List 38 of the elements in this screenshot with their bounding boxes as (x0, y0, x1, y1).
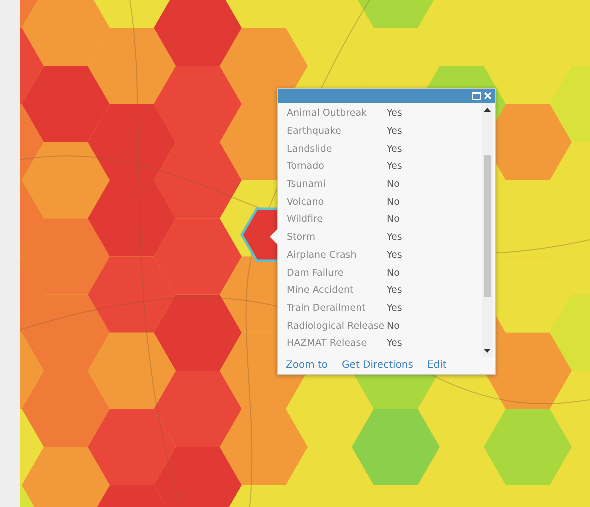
field-value: No (387, 196, 400, 208)
action-link[interactable]: Zoom to (286, 360, 328, 371)
field-name: Airplane Crash (287, 250, 358, 261)
field-name: Animal Outbreak (287, 108, 368, 120)
field-name: Mine Accident (287, 285, 355, 296)
scroll-up-icon[interactable] (484, 108, 491, 112)
field-value: Yes (387, 302, 402, 314)
field-value: No (387, 179, 400, 190)
field-name: Wildfire (287, 214, 324, 226)
action-link[interactable]: Edit (427, 360, 447, 371)
close-icon[interactable] (484, 92, 492, 100)
field-name: Landslide (287, 144, 334, 155)
field-name: Train Derailment (287, 302, 367, 314)
field-name: Tsunami (287, 179, 327, 190)
scrollbar[interactable] (482, 103, 493, 357)
field-name: Radiological Release (287, 320, 386, 332)
field-value: Yes (387, 232, 402, 244)
field-name: Storm (287, 232, 317, 244)
maximize-icon[interactable] (472, 92, 481, 100)
field-value: Yes (387, 338, 402, 350)
field-name: HAZMAT Release (287, 338, 368, 350)
field-value: No (387, 320, 400, 332)
field-name: Tornado (287, 161, 326, 172)
field-name: Volcano (287, 196, 326, 208)
field-value: Yes (387, 126, 402, 138)
hexagon-cell (550, 447, 590, 507)
scroll-down-icon[interactable] (484, 349, 491, 353)
scroll-thumb[interactable] (484, 155, 491, 297)
field-name: Earthquake (287, 126, 342, 138)
field-value: Yes (387, 285, 402, 296)
field-value: Yes (387, 144, 402, 155)
action-link[interactable]: Get Directions (342, 360, 414, 371)
field-value: No (387, 214, 400, 226)
field-value: Yes (387, 250, 402, 261)
field-value: No (387, 268, 400, 279)
field-value: Yes (387, 161, 402, 172)
field-name: Dam Failure (287, 268, 345, 279)
field-value: Yes (387, 108, 402, 120)
